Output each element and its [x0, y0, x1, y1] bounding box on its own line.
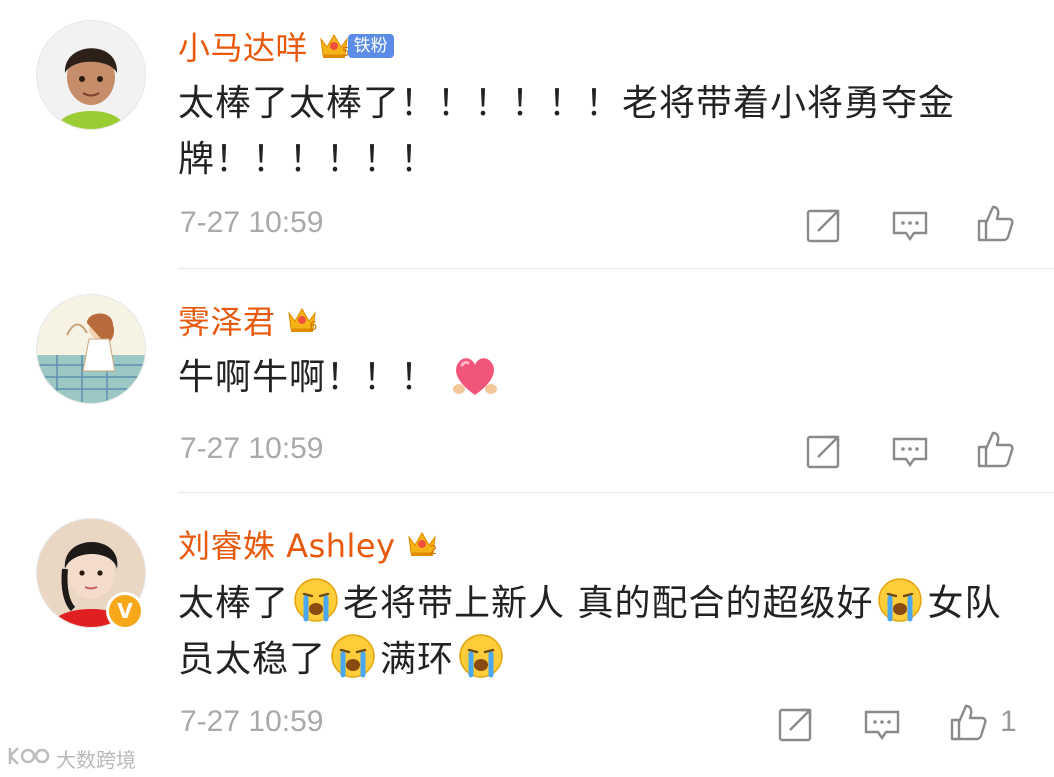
comment-text: 牛啊牛啊！！！: [178, 350, 1018, 406]
watermark-logo-icon: [6, 744, 50, 773]
crown-icon: 5: [318, 31, 350, 61]
forward-icon[interactable]: [804, 431, 844, 471]
username[interactable]: 刘睿姝 Ashley: [178, 521, 396, 567]
crying-emoji-icon: [330, 633, 376, 679]
comment-text: 太棒了太棒了！！！！！！老将带着小将勇夺金牌！！！！！！: [178, 83, 956, 180]
username[interactable]: 霁泽君: [178, 297, 276, 343]
divider: [178, 268, 1054, 269]
avatar[interactable]: [36, 20, 146, 130]
heart-emoji-icon: [451, 353, 499, 399]
comment-icon[interactable]: [890, 205, 930, 245]
crown-level: 2: [429, 543, 438, 557]
comment-time: 7-27 10:59: [180, 432, 324, 465]
crown-level: 6: [309, 319, 318, 333]
like-icon[interactable]: [948, 702, 988, 742]
comment-time: 7-27 10:59: [180, 206, 324, 239]
comment-text-part: 老将带上新人 真的配合的超级好: [343, 583, 874, 624]
avatar[interactable]: [36, 294, 146, 404]
like-icon[interactable]: [975, 203, 1015, 243]
watermark-text: 大数跨境: [56, 748, 136, 772]
comment-text: 太棒了 老将带上新人 真的配合的超级好 女队员太稳了 满环: [178, 576, 1018, 688]
crown-icon: 2: [406, 529, 438, 559]
name-row: 霁泽君 6: [178, 297, 318, 343]
comment-icon[interactable]: [890, 431, 930, 471]
comment-time: 7-27 10:59: [180, 705, 324, 738]
username[interactable]: 小马达咩: [178, 23, 308, 69]
crying-emoji-icon: [877, 577, 923, 623]
watermark: 大数跨境: [6, 744, 136, 773]
comment-text-content: 牛啊牛啊！！！: [178, 357, 438, 398]
crying-emoji-icon: [293, 577, 339, 623]
name-row: 刘睿姝 Ashley 2: [178, 521, 438, 567]
forward-icon[interactable]: [776, 704, 816, 744]
crown-icon: 6: [286, 305, 318, 335]
verified-badge: V: [106, 592, 144, 630]
comment-text-part: 太棒了: [178, 583, 290, 624]
crying-emoji-icon: [458, 633, 504, 679]
like-icon[interactable]: [975, 429, 1015, 469]
like-count: 1: [1000, 705, 1017, 738]
forward-icon[interactable]: [804, 205, 844, 245]
name-row: 小马达咩 5 铁粉: [178, 23, 394, 69]
comment-text-part: 满环: [380, 639, 455, 680]
fan-badge: 铁粉: [347, 34, 394, 58]
divider: [178, 492, 1054, 493]
comment-icon[interactable]: [862, 704, 902, 744]
